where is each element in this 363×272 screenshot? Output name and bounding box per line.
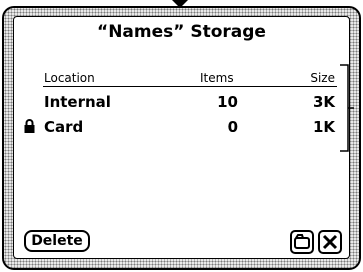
close-button[interactable] xyxy=(318,230,342,254)
row-items: 0 xyxy=(227,118,238,136)
row-size: 3K xyxy=(312,93,335,111)
total-size-bracket xyxy=(340,64,354,152)
column-header-items: Items xyxy=(200,71,234,85)
folder-button[interactable] xyxy=(290,230,314,254)
header-divider xyxy=(43,86,337,87)
row-location: Card xyxy=(44,118,84,136)
close-icon xyxy=(322,234,338,250)
row-location: Internal xyxy=(44,93,111,111)
dialog-title: “Names” Storage xyxy=(97,22,266,42)
column-header-size: Size xyxy=(310,71,335,85)
row-size: 1K xyxy=(312,118,335,136)
storage-dialog-panel xyxy=(13,16,350,259)
folder-icon xyxy=(294,234,310,249)
lock-icon xyxy=(24,119,35,133)
delete-button[interactable]: Delete xyxy=(24,230,90,252)
top-notch xyxy=(172,0,188,8)
row-items: 10 xyxy=(217,93,238,111)
column-header-location: Location xyxy=(44,71,95,85)
